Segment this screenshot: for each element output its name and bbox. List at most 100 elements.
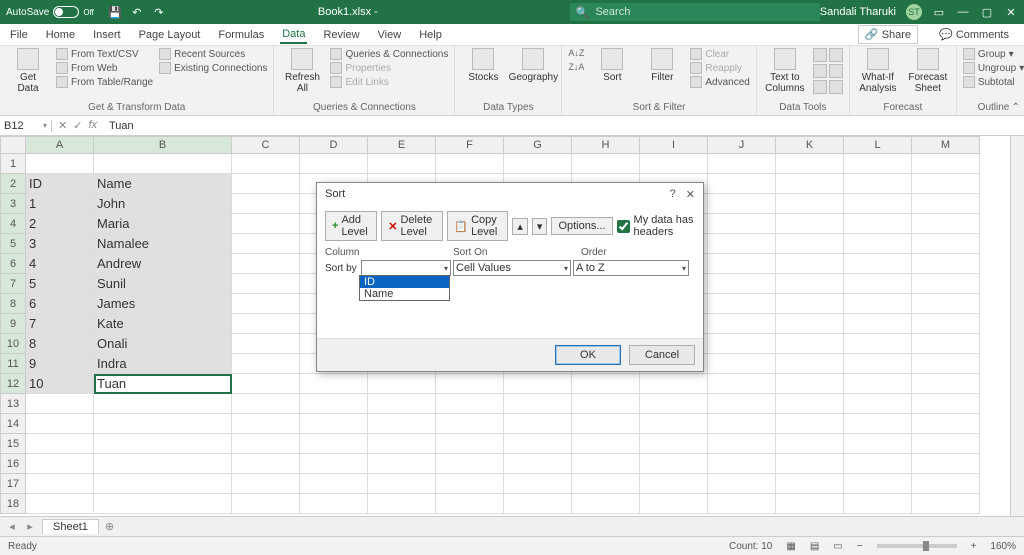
cell[interactable]: 6 <box>26 294 94 314</box>
forecast-sheet-button[interactable]: Forecast Sheet <box>906 48 950 94</box>
column-header[interactable]: E <box>368 136 436 154</box>
cell[interactable] <box>708 214 776 234</box>
row-header[interactable]: 9 <box>0 314 26 334</box>
cell[interactable] <box>708 154 776 174</box>
sort-on-select[interactable]: Cell Values▾ <box>453 260 571 276</box>
column-header[interactable]: C <box>232 136 300 154</box>
column-header[interactable]: G <box>504 136 572 154</box>
cell[interactable] <box>708 434 776 454</box>
row-header[interactable]: 4 <box>0 214 26 234</box>
cell[interactable] <box>776 174 844 194</box>
undo-icon[interactable]: ↶ <box>130 5 144 19</box>
cell[interactable] <box>504 474 572 494</box>
cell[interactable] <box>26 434 94 454</box>
redo-icon[interactable]: ↷ <box>152 5 166 19</box>
cell[interactable]: Namalee <box>94 234 232 254</box>
cell[interactable]: 4 <box>26 254 94 274</box>
cell[interactable] <box>912 454 980 474</box>
zoom-slider[interactable] <box>877 544 957 548</box>
dropdown-option[interactable]: ID <box>360 276 449 288</box>
cell[interactable] <box>708 474 776 494</box>
cell[interactable] <box>776 394 844 414</box>
cell[interactable] <box>232 474 300 494</box>
cell[interactable]: 5 <box>26 274 94 294</box>
cell[interactable] <box>912 234 980 254</box>
cell[interactable] <box>26 394 94 414</box>
cell[interactable] <box>708 334 776 354</box>
relationships-icon[interactable] <box>829 64 843 78</box>
row-header[interactable]: 17 <box>0 474 26 494</box>
copy-level-button[interactable]: 📋Copy Level <box>447 211 508 241</box>
cell[interactable] <box>776 494 844 514</box>
column-header[interactable]: M <box>912 136 980 154</box>
cell[interactable] <box>504 154 572 174</box>
cell[interactable] <box>300 454 368 474</box>
row-header[interactable]: 8 <box>0 294 26 314</box>
cell[interactable]: 9 <box>26 354 94 374</box>
cell[interactable] <box>368 474 436 494</box>
cancel-formula-icon[interactable]: ✕ <box>58 119 67 132</box>
cell[interactable] <box>912 274 980 294</box>
cell[interactable] <box>844 334 912 354</box>
cell[interactable]: Tuan <box>94 374 232 394</box>
enter-formula-icon[interactable]: ✓ <box>73 119 82 132</box>
row-header[interactable]: 2 <box>0 174 26 194</box>
cell[interactable] <box>708 274 776 294</box>
tab-view[interactable]: View <box>376 27 404 43</box>
cell[interactable] <box>776 234 844 254</box>
cell[interactable] <box>640 414 708 434</box>
cell[interactable] <box>776 434 844 454</box>
cell[interactable] <box>300 374 368 394</box>
sort-az-icon[interactable]: A↓Z <box>568 48 584 58</box>
row-header[interactable]: 12 <box>0 374 26 394</box>
cell[interactable] <box>94 394 232 414</box>
name-box[interactable]: B12▾ <box>0 120 52 132</box>
cell[interactable] <box>300 434 368 454</box>
cell[interactable]: 7 <box>26 314 94 334</box>
cell[interactable] <box>232 434 300 454</box>
advanced-button[interactable]: Advanced <box>690 76 749 88</box>
cell[interactable] <box>368 434 436 454</box>
cell[interactable] <box>640 434 708 454</box>
cell[interactable] <box>232 194 300 214</box>
cell[interactable] <box>94 414 232 434</box>
data-model-icon[interactable] <box>829 80 843 94</box>
sheet-nav-prev-icon[interactable]: ◂ <box>6 520 18 533</box>
cell[interactable] <box>776 374 844 394</box>
column-header[interactable]: D <box>300 136 368 154</box>
cell[interactable] <box>844 254 912 274</box>
dialog-help-icon[interactable]: ? <box>670 188 676 201</box>
cell[interactable] <box>844 494 912 514</box>
row-header[interactable]: 15 <box>0 434 26 454</box>
cell[interactable] <box>504 434 572 454</box>
maximize-icon[interactable]: ▢ <box>980 5 994 19</box>
from-table-button[interactable]: From Table/Range <box>56 76 153 88</box>
minimize-icon[interactable]: — <box>956 5 970 19</box>
collapse-ribbon-icon[interactable]: ⌃ <box>1012 102 1020 113</box>
tab-insert[interactable]: Insert <box>91 27 123 43</box>
queries-conn-button[interactable]: Queries & Connections <box>330 48 448 60</box>
formula-input[interactable]: Tuan <box>103 120 1024 132</box>
from-web-button[interactable]: From Web <box>56 62 153 74</box>
cell[interactable] <box>26 454 94 474</box>
cell[interactable] <box>572 474 640 494</box>
refresh-all-button[interactable]: Refresh All <box>280 48 324 94</box>
cell[interactable] <box>572 494 640 514</box>
sort-order-select[interactable]: A to Z▾ <box>573 260 689 276</box>
add-level-button[interactable]: +Add Level <box>325 211 377 241</box>
cell[interactable] <box>912 494 980 514</box>
ungroup-button[interactable]: Ungroup ▾ <box>963 62 1024 74</box>
cell[interactable] <box>572 154 640 174</box>
column-header[interactable]: J <box>708 136 776 154</box>
cell[interactable]: Kate <box>94 314 232 334</box>
cell[interactable] <box>640 154 708 174</box>
cell[interactable] <box>436 154 504 174</box>
column-header[interactable]: A <box>26 136 94 154</box>
cell[interactable]: 2 <box>26 214 94 234</box>
cell[interactable] <box>232 394 300 414</box>
cell[interactable] <box>844 314 912 334</box>
tab-home[interactable]: Home <box>44 27 77 43</box>
geography-button[interactable]: Geography <box>511 48 555 83</box>
cell[interactable] <box>912 374 980 394</box>
cell[interactable] <box>232 414 300 434</box>
